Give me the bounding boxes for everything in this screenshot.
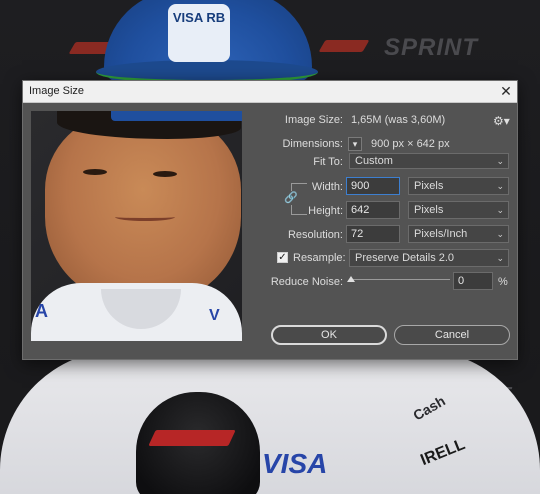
preview-logo-v: V <box>209 307 220 324</box>
preview-left-eye <box>83 169 107 175</box>
image-preview[interactable]: A V <box>31 111 242 341</box>
width-input[interactable]: 900 <box>346 177 400 195</box>
ok-button[interactable]: OK <box>271 325 387 345</box>
dialog-titlebar[interactable]: Image Size ✕ <box>23 81 517 103</box>
resolution-label: Resolution: <box>287 229 343 241</box>
reduce-noise-slider-thumb[interactable] <box>347 276 355 282</box>
reduce-noise-unit: % <box>498 276 508 288</box>
f1-logo-right <box>318 40 370 52</box>
visa-logo: VISA <box>262 448 328 479</box>
fit-to-label: Fit To: <box>313 156 343 168</box>
width-label: Width: <box>311 181 343 193</box>
resolution-input[interactable]: 72 <box>346 225 400 243</box>
sprint-text-top: SPRINT <box>384 34 479 61</box>
chevron-down-icon: ⌄ <box>496 181 504 191</box>
dimensions-label: Dimensions: <box>282 138 343 150</box>
chevron-down-icon: ⌄ <box>496 205 504 215</box>
fit-to-select[interactable]: Custom ⌄ <box>349 153 509 169</box>
preview-right-eye <box>153 171 177 177</box>
dimensions-value: 900 px × 642 px <box>371 138 450 150</box>
width-unit-value: Pixels <box>414 180 444 192</box>
height-input[interactable]: 642 <box>346 201 400 219</box>
resample-value: Preserve Details 2.0 <box>355 252 455 264</box>
height-unit-select[interactable]: Pixels ⌄ <box>408 201 509 219</box>
chevron-down-icon: ⌄ <box>496 229 504 239</box>
reduce-noise-slider-track[interactable] <box>350 279 450 280</box>
image-size-dialog: Image Size ✕ A V Image Size: 1,65M (was … <box>22 80 518 360</box>
resample-checkbox[interactable]: ✓ <box>277 252 288 263</box>
chain-link-icon[interactable]: 🔗 <box>284 191 298 205</box>
resample-label: Resample: <box>293 252 346 264</box>
cancel-button[interactable]: Cancel <box>394 325 510 345</box>
preview-face <box>45 113 241 305</box>
chevron-down-icon: ⌄ <box>496 253 504 263</box>
height-unit-value: Pixels <box>414 204 444 216</box>
dimensions-dropdown-icon[interactable]: ▾ <box>348 137 362 151</box>
microphone-f1-logo <box>148 430 236 446</box>
preview-logo-a: A <box>35 301 48 321</box>
close-icon[interactable]: ✕ <box>495 81 517 102</box>
image-size-label: Image Size: <box>284 114 343 126</box>
fit-to-value: Custom <box>355 155 393 167</box>
preview-mouth <box>115 213 175 221</box>
chevron-down-icon: ⌄ <box>496 156 504 166</box>
reduce-noise-label: Reduce Noise: <box>270 276 343 288</box>
resolution-unit-select[interactable]: Pixels/Inch ⌄ <box>408 225 509 243</box>
resolution-unit-value: Pixels/Inch <box>414 228 468 240</box>
preview-cap-brim <box>111 111 242 121</box>
gear-icon[interactable]: ⚙▾ <box>493 114 510 128</box>
width-unit-select[interactable]: Pixels ⌄ <box>408 177 509 195</box>
dialog-title: Image Size <box>29 85 85 97</box>
cap-logo: VISA RB <box>168 4 230 62</box>
reduce-noise-input[interactable]: 0 <box>453 272 493 290</box>
resample-select[interactable]: Preserve Details 2.0 ⌄ <box>349 249 509 267</box>
height-label: Height: <box>308 205 343 217</box>
image-size-value: 1,65M (was 3,60M) <box>351 114 446 126</box>
